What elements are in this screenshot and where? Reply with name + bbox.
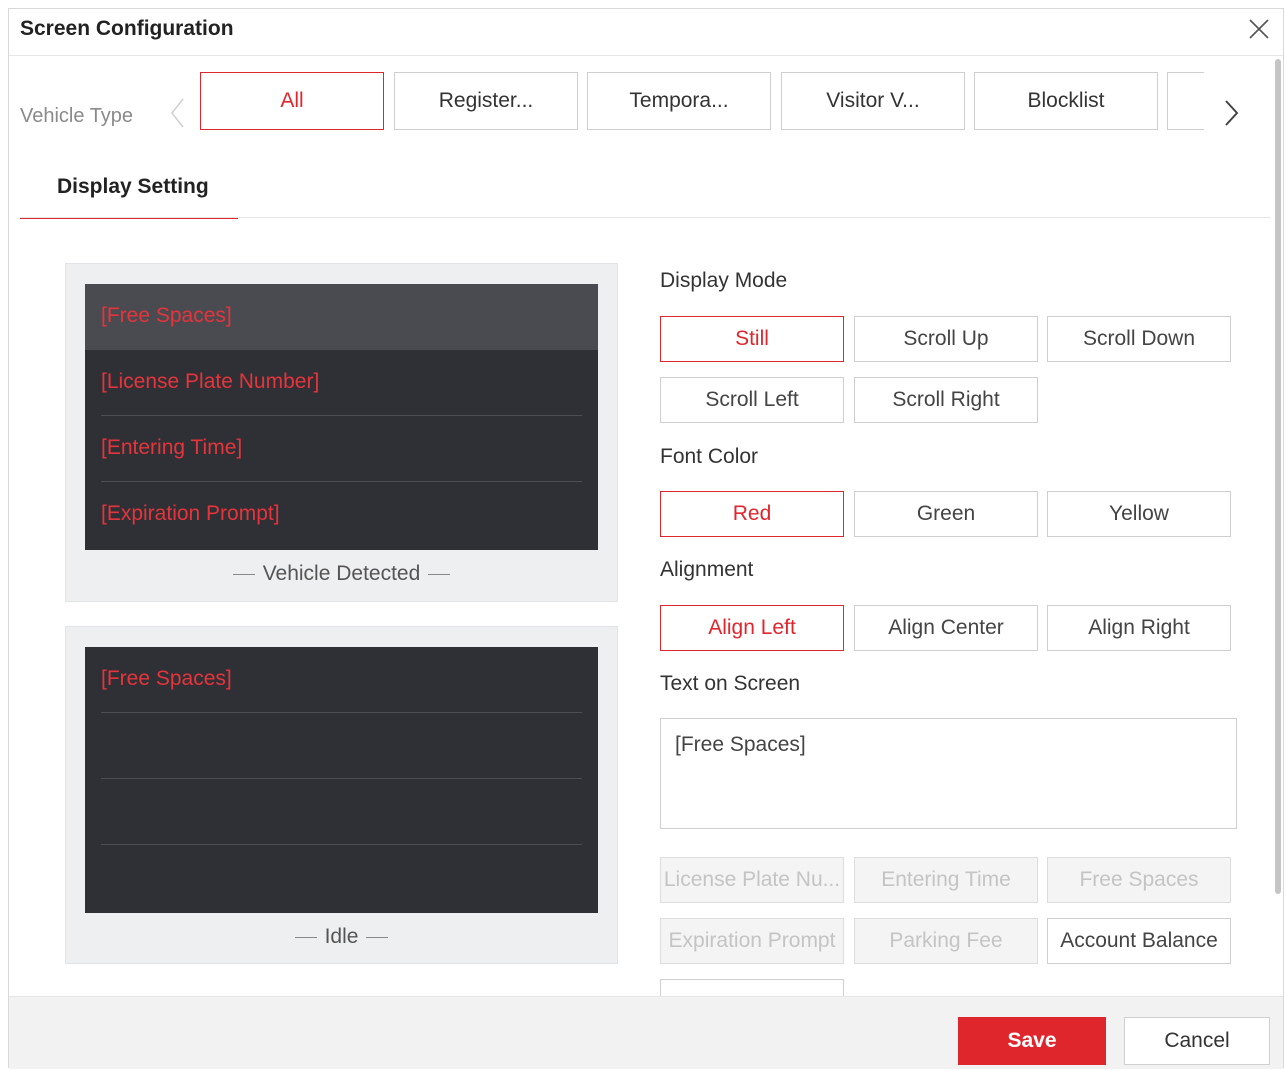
save-button[interactable]: Save — [958, 1017, 1106, 1065]
display-mode-still[interactable]: Still — [660, 316, 844, 362]
insert-account-balance-button[interactable]: Account Balance — [1047, 918, 1231, 964]
section-divider — [20, 217, 1270, 218]
align-left-option[interactable]: Align Left — [660, 605, 844, 651]
alignment-label: Alignment — [660, 558, 754, 581]
text-on-screen-label: Text on Screen — [660, 672, 801, 695]
preview-caption-text: Vehicle Detected — [262, 562, 421, 585]
led-row: [License Plate Number] — [85, 350, 598, 416]
led-row-text: [License Plate Number] — [101, 370, 320, 393]
vehicle-type-tab-temporary[interactable]: Tempora... — [587, 72, 771, 130]
led-row: [Expiration Prompt] — [85, 482, 598, 548]
chevron-right-icon[interactable] — [1219, 95, 1243, 131]
led-row-text: [Entering Time] — [101, 436, 243, 459]
vehicle-type-tab-blocklist[interactable]: Blocklist — [974, 72, 1158, 130]
screen-configuration-dialog: Screen Configuration Vehicle Type All Re… — [8, 8, 1284, 1069]
close-icon[interactable] — [1245, 15, 1273, 43]
preview-vehicle-detected: [Free Spaces] [License Plate Number] [En… — [65, 263, 618, 602]
insert-field-button-partial[interactable] — [660, 979, 844, 996]
cancel-button[interactable]: Cancel — [1124, 1017, 1270, 1065]
insert-free-spaces-button[interactable]: Free Spaces — [1047, 857, 1231, 903]
preview-caption-idle: Idle — [66, 925, 617, 949]
vehicle-type-tab-more[interactable] — [1167, 72, 1204, 130]
preview-idle: [Free Spaces] Idle — [65, 626, 618, 964]
insert-entering-time-button[interactable]: Entering Time — [854, 857, 1038, 903]
led-row-text: [Free Spaces] — [101, 667, 232, 690]
led-screen-detected: [Free Spaces] [License Plate Number] [En… — [85, 284, 598, 550]
led-row-text: [Free Spaces] — [101, 304, 232, 327]
title-bar: Screen Configuration — [9, 9, 1283, 56]
tab-display-setting[interactable]: Display Setting — [20, 161, 238, 219]
font-color-green[interactable]: Green — [854, 491, 1038, 537]
font-color-yellow[interactable]: Yellow — [1047, 491, 1231, 537]
led-row — [85, 779, 598, 845]
font-color-label: Font Color — [660, 445, 759, 468]
vehicle-type-tab-registered[interactable]: Register... — [394, 72, 578, 130]
font-color-red[interactable]: Red — [660, 491, 844, 537]
insert-parking-fee-button[interactable]: Parking Fee — [854, 918, 1038, 964]
vehicle-type-tabs: All Register... Tempora... Visitor V... … — [200, 72, 1204, 132]
align-center-option[interactable]: Align Center — [854, 605, 1038, 651]
led-row-text: [Expiration Prompt] — [101, 502, 280, 525]
led-row — [85, 713, 598, 779]
preview-caption-text: Idle — [324, 925, 359, 948]
led-screen-idle: [Free Spaces] — [85, 647, 598, 913]
led-row — [85, 845, 598, 911]
led-row: [Free Spaces] — [85, 647, 598, 713]
align-right-option[interactable]: Align Right — [1047, 605, 1231, 651]
preview-caption-detected: Vehicle Detected — [66, 562, 617, 586]
insert-license-plate-button[interactable]: License Plate Nu... — [660, 857, 844, 903]
vehicle-type-tab-all[interactable]: All — [200, 72, 384, 130]
display-mode-scroll-up[interactable]: Scroll Up — [854, 316, 1038, 362]
vehicle-type-tab-visitor[interactable]: Visitor V... — [781, 72, 965, 130]
dialog-title: Screen Configuration — [20, 17, 234, 40]
display-mode-scroll-right[interactable]: Scroll Right — [854, 377, 1038, 423]
tab-display-setting-label: Display Setting — [57, 175, 209, 198]
scrollbar[interactable] — [1275, 59, 1281, 894]
display-mode-scroll-down[interactable]: Scroll Down — [1047, 316, 1231, 362]
vehicle-type-label: Vehicle Type — [20, 105, 134, 127]
led-row: [Entering Time] — [85, 416, 598, 482]
display-mode-scroll-left[interactable]: Scroll Left — [660, 377, 844, 423]
chevron-left-icon[interactable] — [167, 95, 189, 131]
dialog-footer: Save Cancel — [9, 996, 1283, 1069]
text-on-screen-input[interactable]: [Free Spaces] — [660, 718, 1237, 829]
led-row: [Free Spaces] — [85, 284, 598, 350]
insert-expiration-prompt-button[interactable]: Expiration Prompt — [660, 918, 844, 964]
display-mode-label: Display Mode — [660, 269, 788, 292]
